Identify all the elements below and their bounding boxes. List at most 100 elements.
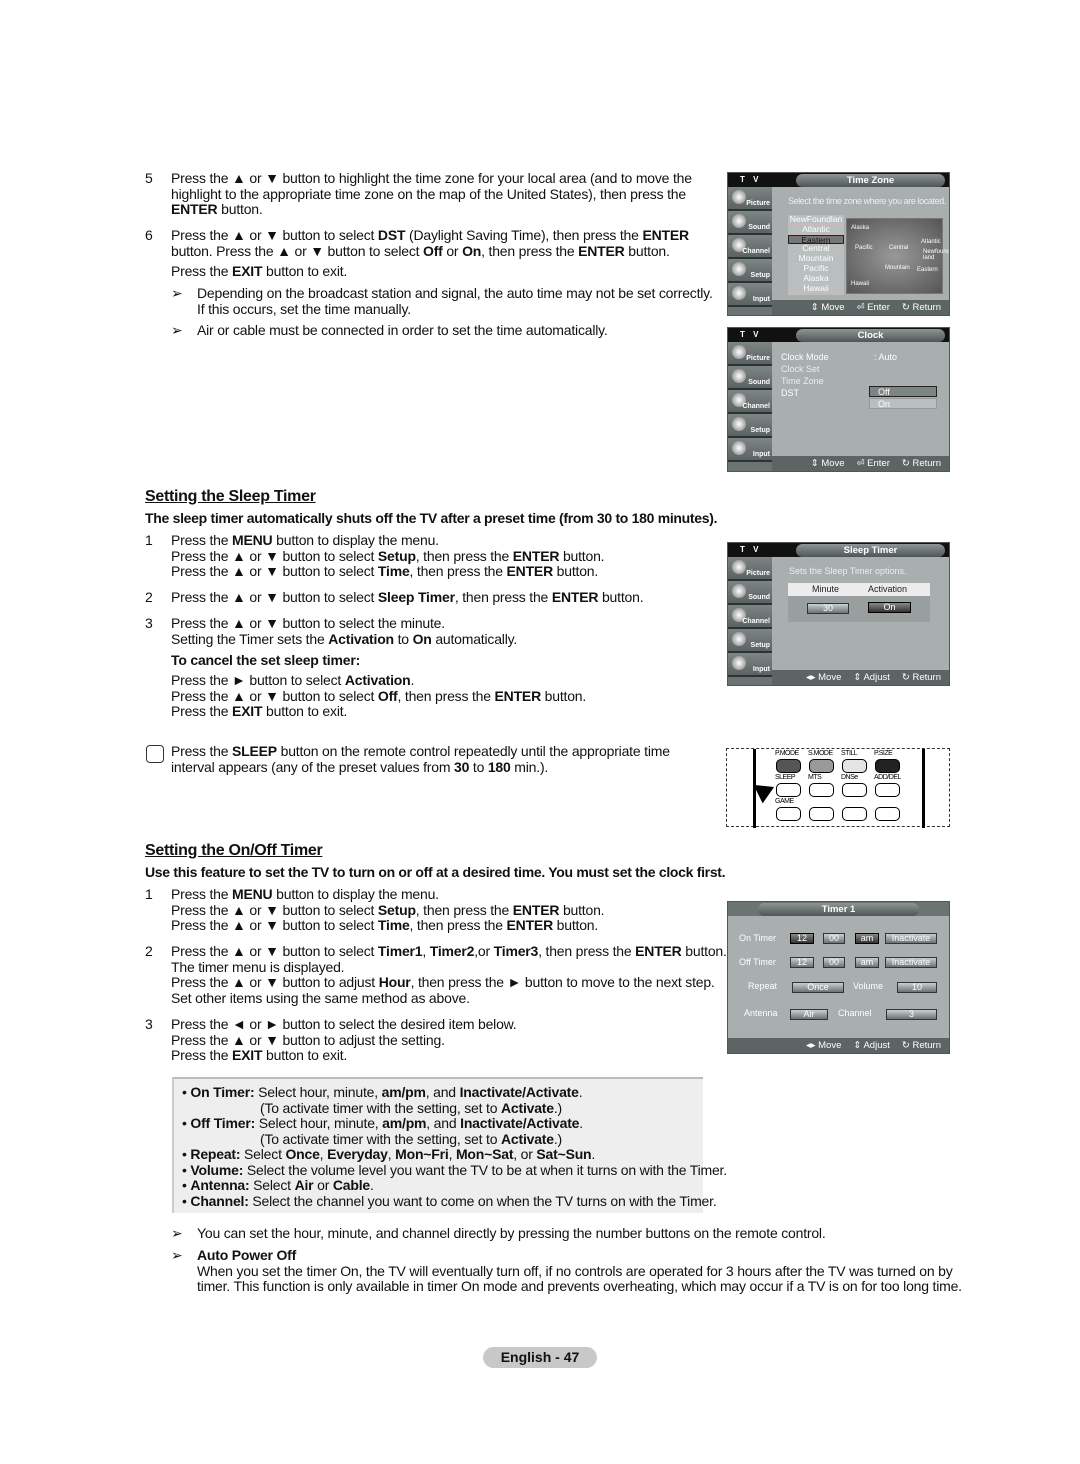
bullet-item: • Channel: Select the channel you want t… (182, 1193, 717, 1209)
sidebar-tab-channel[interactable]: Channel (728, 605, 772, 629)
activation-field[interactable]: On (868, 602, 911, 613)
remote-button[interactable] (875, 807, 900, 821)
channel-field[interactable]: 3 (886, 1009, 937, 1020)
on-hour-field[interactable]: 12 (790, 933, 814, 944)
picture-icon (732, 190, 746, 204)
text-block: 5 Press the ▲ or ▼ button to highlight th… (145, 170, 692, 218)
bold-text: ENTER (578, 242, 625, 259)
step-number: 1 (145, 532, 153, 548)
remote-button[interactable] (776, 807, 801, 821)
antenna-field[interactable]: Air (790, 1009, 828, 1020)
text-line: Depending on the broadcast station and s… (197, 285, 713, 302)
sidebar-tab-setup[interactable]: Setup (728, 259, 772, 283)
dst-option[interactable]: Off (869, 386, 937, 397)
sidebar-tab-sound[interactable]: Sound (728, 366, 772, 390)
sidebar-tab-channel[interactable]: Channel (728, 390, 772, 414)
repeat-field[interactable]: Once (792, 982, 844, 993)
text: , then press the ► button to move to the… (410, 974, 715, 991)
sidebar-tab-sound[interactable]: Sound (728, 211, 772, 235)
text: Press the ► button to select (171, 672, 345, 688)
sidebar-tab-input[interactable]: Input (728, 283, 772, 307)
on-minute-field[interactable]: 00 (823, 933, 845, 944)
text: , (422, 943, 430, 959)
remote-button[interactable] (842, 759, 867, 773)
sidebar-tab-channel[interactable]: Channel (728, 235, 772, 259)
zone-option[interactable]: Atlantic (788, 224, 844, 235)
input-icon (732, 441, 746, 455)
bold-text: Off (423, 242, 443, 259)
text-line: When you set the timer On, the TV will e… (197, 1263, 962, 1280)
tv-menu-menu_clock: T V Clock Picture Sound Channel Setup Input ⇕ M… (727, 327, 950, 472)
text-line: Press the MENU button to display the men… (171, 886, 604, 903)
text: Press the ▲ or ▼ button to select (171, 901, 378, 918)
remote-button[interactable] (875, 759, 900, 773)
text: button on the remote control repeatedly … (276, 743, 670, 759)
note-arrow-icon: ➢ (171, 1247, 183, 1263)
sidebar-tab-setup[interactable]: Setup (728, 629, 772, 653)
sidebar-tab-sound[interactable]: Sound (728, 581, 772, 605)
step-number: 5 (145, 170, 153, 186)
tab-label: Picture (746, 570, 770, 577)
text: button to exit. (262, 263, 348, 279)
bold-text: ENTER (512, 547, 560, 564)
remote-button[interactable] (809, 759, 834, 773)
text-line: Press the ▲ or ▼ button to select Time, … (171, 917, 604, 934)
bold-text: 180 (487, 758, 511, 775)
remote-button[interactable] (776, 759, 801, 773)
bold-text: Inactivate/Activate (459, 1084, 579, 1100)
remote-button[interactable] (842, 807, 867, 821)
text: . (591, 1146, 596, 1162)
bullet-item: • Repeat: Select Once, Everyday, Mon~Fri… (182, 1146, 595, 1162)
remote-button[interactable] (776, 783, 801, 797)
dst-option[interactable]: On (869, 398, 937, 409)
text: Press the ▲ or ▼ button to select the mi… (171, 615, 445, 631)
text: Press the ◄ or ► button to select the de… (171, 1016, 517, 1032)
text-block: 1 Press the MENU button to display the me… (145, 532, 605, 580)
sleep-table-header (788, 583, 930, 596)
on-state-field[interactable]: Inactivate (885, 933, 937, 944)
volume-field[interactable]: 10 (897, 982, 937, 993)
sidebar-tab-picture[interactable]: Picture (728, 342, 772, 366)
section-heading: Setting the On/Off Timer (145, 842, 323, 859)
remote-button[interactable] (875, 783, 900, 797)
sidebar-tab-setup[interactable]: Setup (728, 414, 772, 438)
text: , then press the (481, 242, 579, 259)
off-state-field[interactable]: Inactivate (885, 957, 937, 968)
clock-row-label: Time Zone (781, 376, 824, 386)
text: to (469, 758, 488, 775)
bold-text: 30 (454, 758, 470, 775)
menu-footer: ◂▸ Move ⇕ Adjust ↻ Return (728, 1038, 949, 1053)
minute-field[interactable]: 30 (807, 603, 849, 614)
text: Press the ▲ or ▼ button to select (171, 227, 378, 243)
note-arrow-icon: ➢ (171, 322, 183, 338)
remote-button[interactable] (809, 783, 834, 797)
text-line: interval appears (any of the preset valu… (171, 758, 670, 776)
bold-text: Activate (500, 1130, 554, 1147)
bullet-item: • Volume: Select the volume level you wa… (182, 1162, 727, 1178)
section-intro: The sleep timer automatically shuts off … (145, 510, 718, 526)
text-line: Press the ▲ or ▼ button to select Timer1… (171, 943, 727, 960)
sidebar-tab-picture[interactable]: Picture (728, 557, 772, 581)
remote-button[interactable] (842, 783, 867, 797)
bold-text: Sleep Timer (377, 589, 455, 605)
sidebar-tab-input[interactable]: Input (728, 438, 772, 462)
off-hour-field[interactable]: 12 (790, 957, 814, 968)
text: Press the (171, 1047, 233, 1064)
sidebar-tab-input[interactable]: Input (728, 653, 772, 677)
text-line: Press the EXIT button to exit. (171, 263, 348, 280)
remote-button[interactable] (809, 807, 834, 821)
on-ampm-field[interactable]: am (855, 933, 879, 944)
off-ampm-field[interactable]: am (855, 957, 879, 968)
off-minute-field[interactable]: 00 (823, 957, 845, 968)
text: Press the (171, 743, 233, 759)
text-block: 6 Press the ▲ or ▼ button to select DST (… (145, 227, 689, 259)
menu-header: T V Time Zone (728, 173, 949, 187)
remote-button-label: MTS (808, 774, 822, 781)
text: Select the channel you want to come on w… (248, 1192, 717, 1209)
tab-label: Channel (742, 618, 770, 625)
input-icon (732, 286, 746, 300)
sidebar-tab-picture[interactable]: Picture (728, 187, 772, 211)
zone-option[interactable]: Hawaii (788, 283, 844, 294)
text: , (448, 1146, 456, 1162)
text: button. (552, 917, 599, 934)
